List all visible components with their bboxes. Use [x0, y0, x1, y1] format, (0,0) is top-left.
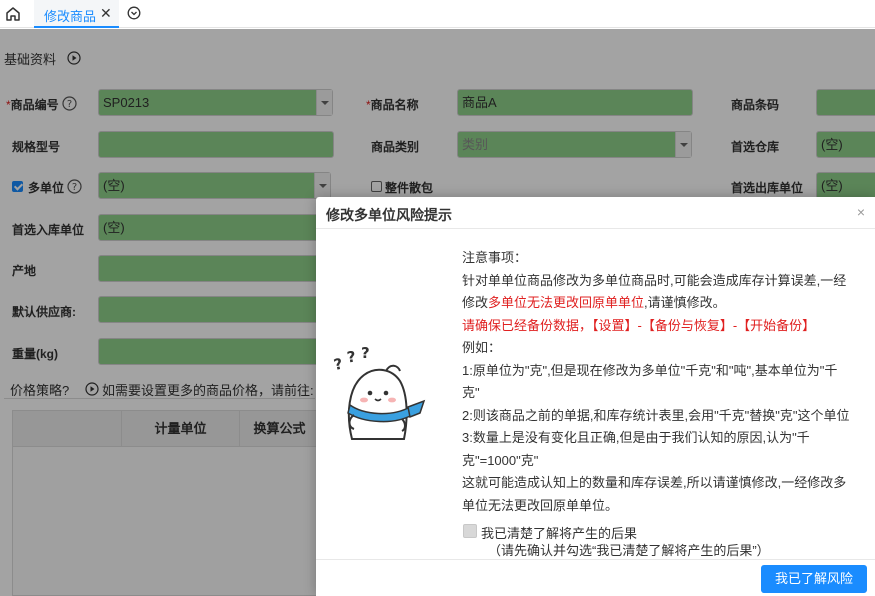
conclusion-text: 这就可能造成认知上的数量和库存误差,所以请谨慎修改,一经修改多单位无法更改回原单… — [462, 475, 847, 513]
notice-text: ,请谨慎修改。 — [644, 295, 726, 310]
backup-reminder: 请确保已经备份数据，【设置】-【备份与恢复】-【开始备份】 — [462, 315, 852, 338]
risk-warning-dialog: 修改多单位风险提示 × ? ? ? 注意事项： 针对单单位商品修改为多单位商品时… — [316, 197, 875, 596]
close-icon[interactable]: ✕ — [100, 5, 112, 21]
notice-title: 注意事项： — [462, 250, 528, 265]
dialog-header: 修改多单位风险提示 × — [316, 197, 875, 229]
notice-paragraph: 针对单单位商品修改为多单位商品时,可能会造成库存计算误差,一经修改多单位无法更改… — [462, 270, 852, 315]
dialog-title: 修改多单位风险提示 — [326, 207, 452, 223]
tab-bar: 修改商品 ✕ — [0, 0, 875, 28]
svg-text:?: ? — [332, 355, 344, 374]
confirm-risk-button[interactable]: 我已了解风险 — [761, 565, 867, 593]
acknowledge-hint: （请先确认并勾选“我已清楚了解将产生的后果”） — [488, 543, 770, 558]
mascot-illustration: ? ? ? — [332, 345, 426, 440]
backup-path: 【设置】-【备份与恢复】-【开始备份】 — [592, 317, 816, 333]
acknowledge-checkbox[interactable] — [463, 524, 477, 538]
backup-prefix: 请确保已经备份数据， — [462, 317, 593, 333]
example-item: 2:则该商品之前的单据,和库存统计表里,会用"千克"替换"克"这个单位 — [462, 407, 850, 423]
example-item: 3:数量上是没有变化且正确,但是由于我们认知的原因,认为"千克"=1000"克" — [462, 430, 810, 468]
svg-text:?: ? — [361, 345, 370, 362]
chevron-circle-down-icon[interactable] — [127, 6, 141, 20]
example-item: 1:原单位为"克",但是现在修改为多单位"千克"和"吨",基本单位为"千克" — [462, 362, 838, 401]
dialog-body: 注意事项： 针对单单位商品修改为多单位商品时,可能会造成库存计算误差,一经修改多… — [462, 247, 852, 517]
dialog-footer: 我已了解风险 — [316, 559, 875, 596]
svg-text:?: ? — [346, 348, 357, 367]
example-title: 例如： — [462, 340, 502, 355]
home-icon[interactable] — [4, 5, 22, 23]
notice-warning-text: 多单位无法更改回原单单位 — [488, 295, 645, 310]
tab-edit-product[interactable]: 修改商品 ✕ — [34, 0, 119, 28]
tab-label: 修改商品 — [44, 9, 97, 24]
close-icon[interactable]: × — [857, 204, 865, 220]
